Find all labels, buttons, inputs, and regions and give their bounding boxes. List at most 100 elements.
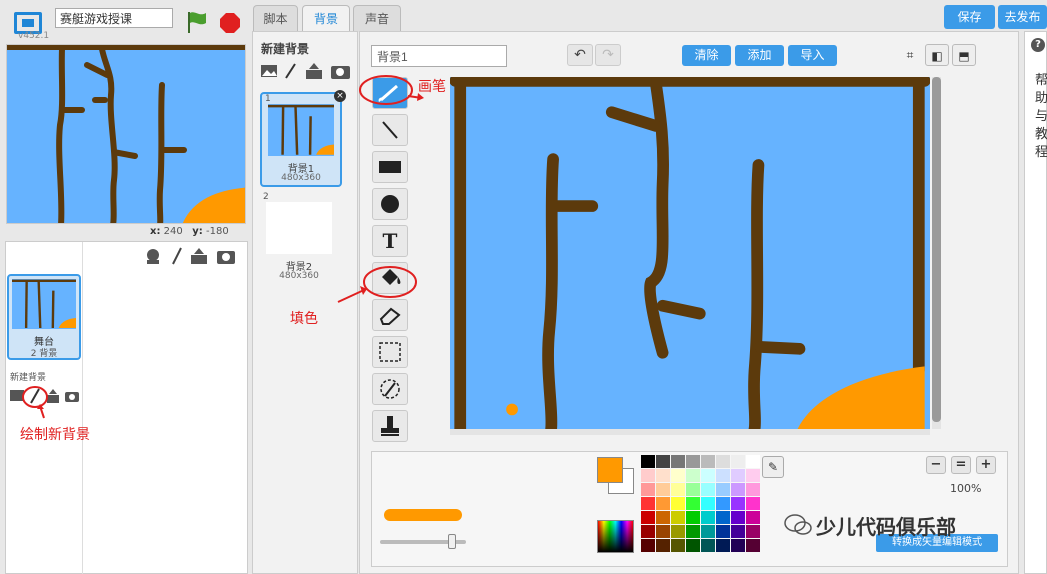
color-spectrum-picker[interactable] (597, 520, 634, 553)
palette-swatch[interactable] (731, 511, 745, 524)
palette-swatch[interactable] (641, 483, 655, 496)
primary-color-swatch[interactable] (597, 457, 623, 483)
palette-swatch[interactable] (746, 469, 760, 482)
tab-sounds[interactable]: 声音 (353, 5, 401, 32)
palette-swatch[interactable] (731, 497, 745, 510)
tab-backdrops[interactable]: 背景 (302, 5, 350, 32)
palette-swatch[interactable] (656, 469, 670, 482)
stage-preview[interactable] (6, 44, 246, 224)
palette-swatch[interactable] (731, 469, 745, 482)
palette-swatch[interactable] (746, 483, 760, 496)
add-button[interactable]: 添加 (735, 45, 784, 66)
tab-scripts[interactable]: 脚本 (253, 5, 298, 32)
palette-swatch[interactable] (746, 497, 760, 510)
palette-swatch[interactable] (656, 483, 670, 496)
eyedropper-icon[interactable]: ✎ (762, 456, 784, 478)
zoom-out-icon[interactable]: − (926, 456, 946, 474)
new-sprite-toolbar[interactable] (143, 246, 237, 266)
palette-swatch[interactable] (686, 539, 700, 552)
palette-swatch[interactable] (716, 483, 730, 496)
palette-swatch[interactable] (671, 469, 685, 482)
clear-button[interactable]: 清除 (682, 45, 731, 66)
palette-swatch[interactable] (746, 525, 760, 538)
brush-size-slider-knob[interactable] (448, 534, 456, 549)
palette-swatch[interactable] (701, 539, 715, 552)
canvas-scroll-thumb[interactable] (932, 77, 941, 422)
palette-swatch[interactable] (701, 497, 715, 510)
palette-swatch[interactable] (746, 511, 760, 524)
publish-button[interactable]: 去发布 (998, 5, 1047, 29)
color-palette[interactable] (641, 455, 760, 552)
palette-swatch[interactable] (671, 525, 685, 538)
palette-swatch[interactable] (701, 511, 715, 524)
rectangle-tool[interactable] (372, 151, 408, 183)
palette-swatch[interactable] (671, 511, 685, 524)
text-tool[interactable]: T (372, 225, 408, 257)
palette-swatch[interactable] (716, 511, 730, 524)
palette-swatch[interactable] (701, 455, 715, 468)
palette-swatch[interactable] (686, 455, 700, 468)
palette-swatch[interactable] (686, 469, 700, 482)
palette-swatch[interactable] (716, 497, 730, 510)
palette-swatch[interactable] (641, 469, 655, 482)
palette-swatch[interactable] (656, 511, 670, 524)
redo-icon[interactable]: ↷ (595, 44, 621, 66)
palette-swatch[interactable] (656, 497, 670, 510)
palette-swatch[interactable] (701, 483, 715, 496)
flip-vertical-icon[interactable]: ⬒ (952, 44, 976, 66)
zoom-reset-icon[interactable]: = (951, 456, 971, 474)
stop-icon[interactable] (219, 12, 241, 34)
palette-swatch[interactable] (701, 525, 715, 538)
palette-swatch[interactable] (656, 525, 670, 538)
paint-canvas[interactable] (450, 77, 930, 429)
palette-swatch[interactable] (716, 455, 730, 468)
ellipse-tool[interactable] (372, 188, 408, 220)
backdrop-item-1[interactable]: 1 × 背景1 480x360 (260, 90, 346, 187)
palette-swatch[interactable] (731, 483, 745, 496)
backdrop-item-2[interactable]: 2 背景2 480x360 (260, 192, 342, 287)
set-costume-center-icon[interactable]: ⌗ (898, 44, 922, 66)
backdrop-name-input[interactable] (371, 45, 507, 67)
line-tool[interactable] (372, 114, 408, 146)
save-button[interactable]: 保存 (944, 5, 995, 29)
import-button[interactable]: 导入 (788, 45, 837, 66)
palette-swatch[interactable] (701, 469, 715, 482)
palette-swatch[interactable] (671, 483, 685, 496)
palette-swatch[interactable] (641, 539, 655, 552)
palette-swatch[interactable] (746, 539, 760, 552)
canvas-horizontal-scrollbar[interactable] (450, 429, 930, 435)
palette-swatch[interactable] (671, 497, 685, 510)
flip-horizontal-icon[interactable]: ◧ (925, 44, 949, 66)
palette-swatch[interactable] (656, 539, 670, 552)
magic-select-tool[interactable] (372, 373, 408, 405)
undo-icon[interactable]: ↶ (567, 44, 593, 66)
palette-swatch[interactable] (716, 539, 730, 552)
palette-swatch[interactable] (716, 525, 730, 538)
palette-swatch[interactable] (671, 539, 685, 552)
palette-swatch[interactable] (731, 539, 745, 552)
project-title-input[interactable] (55, 8, 173, 28)
palette-swatch[interactable] (686, 525, 700, 538)
palette-swatch[interactable] (641, 511, 655, 524)
palette-swatch[interactable] (641, 455, 655, 468)
palette-swatch[interactable] (731, 455, 745, 468)
select-tool[interactable] (372, 336, 408, 368)
palette-swatch[interactable] (746, 455, 760, 468)
palette-swatch[interactable] (641, 497, 655, 510)
stage-thumbnail[interactable]: 舞台 2 背景 (7, 274, 81, 360)
palette-swatch[interactable] (731, 525, 745, 538)
green-flag-icon[interactable] (186, 10, 208, 34)
palette-swatch[interactable] (641, 525, 655, 538)
palette-swatch[interactable] (686, 511, 700, 524)
palette-swatch[interactable] (686, 483, 700, 496)
palette-swatch[interactable] (656, 455, 670, 468)
palette-swatch[interactable] (716, 469, 730, 482)
backdrop-actions[interactable] (260, 62, 352, 80)
palette-swatch[interactable] (686, 497, 700, 510)
stamp-tool[interactable] (372, 410, 408, 442)
zoom-in-icon[interactable]: + (976, 456, 996, 474)
help-icon[interactable]: ? (1031, 38, 1045, 52)
palette-swatch[interactable] (671, 455, 685, 468)
backdrop-1-size: 480x360 (281, 173, 321, 183)
delete-backdrop-icon[interactable]: × (334, 90, 346, 102)
